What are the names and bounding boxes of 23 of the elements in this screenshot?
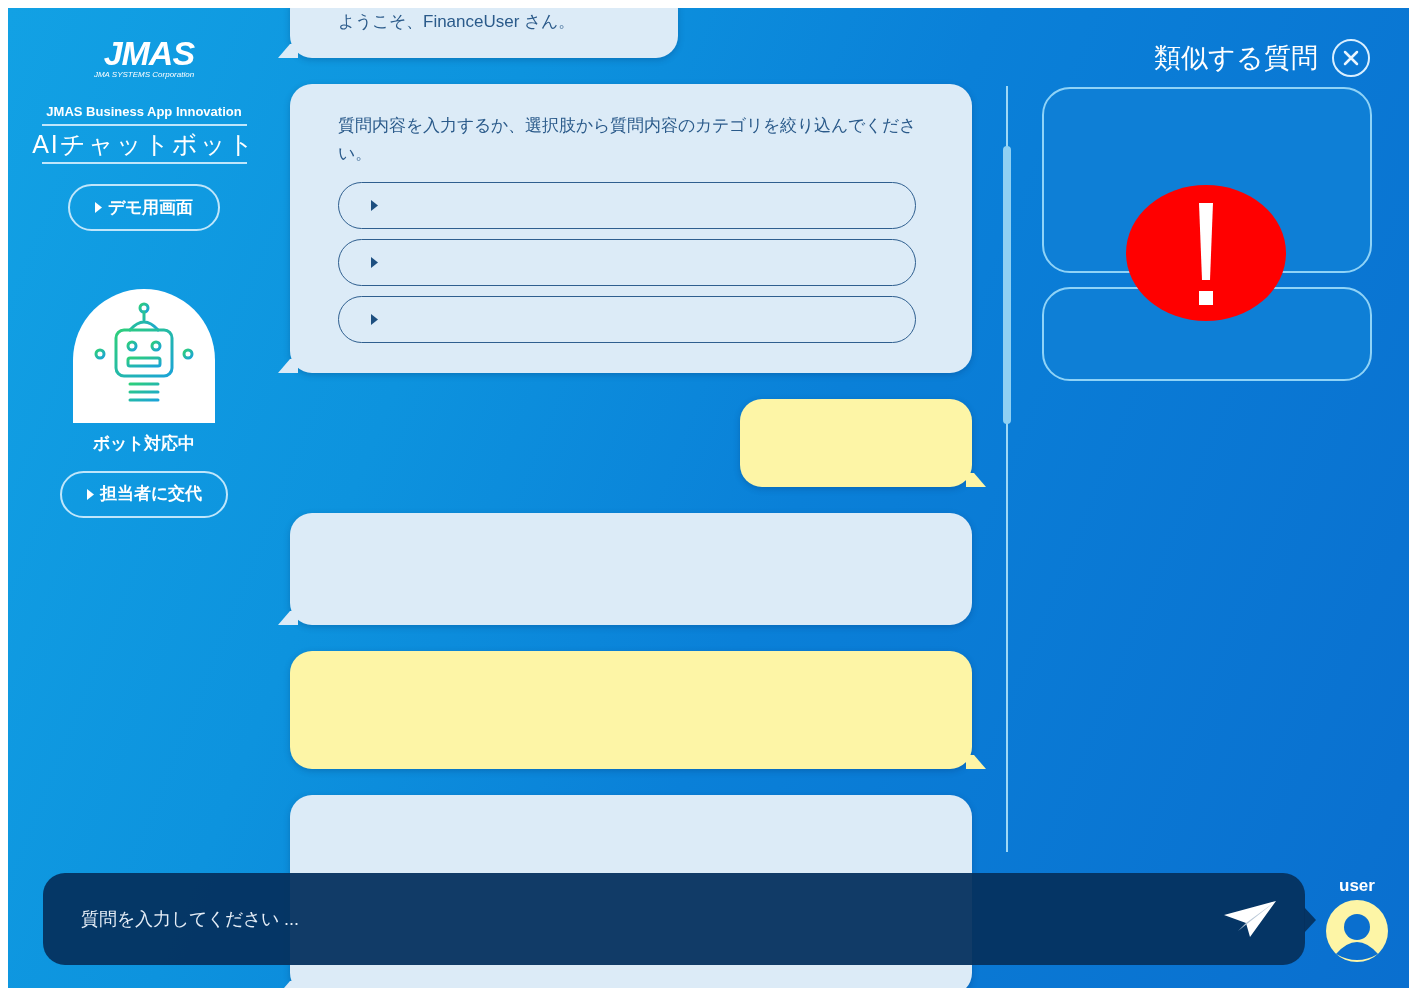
caret-icon	[95, 202, 102, 213]
caret-icon	[86, 488, 94, 500]
user-avatar-icon	[1326, 900, 1388, 962]
panel-title: 類似する質問	[1154, 42, 1318, 75]
message-input[interactable]: 質問を入力してください ...	[81, 905, 1223, 933]
message-text: ようこそ、FinanceUser さん。	[338, 11, 577, 33]
paper-plane-icon	[1224, 901, 1276, 937]
message-input-field[interactable]: 質問を入力してください ...	[43, 873, 1305, 965]
bot-status: ボット対応中	[93, 433, 195, 455]
handoff-button[interactable]: 担当者に交代	[60, 470, 228, 518]
app-title: AIチャットボット	[32, 129, 256, 160]
close-button[interactable]	[1332, 39, 1370, 78]
close-icon	[1343, 50, 1359, 67]
subtitle: JMAS Business App Innovation	[46, 104, 242, 120]
user-label: user	[1339, 876, 1375, 896]
caret-icon	[371, 314, 378, 325]
caret-icon	[371, 257, 378, 268]
demo-screen-button[interactable]: デモ用画面	[68, 184, 220, 231]
logo: JMAS JMA SYSTEMS Corporation	[93, 36, 195, 80]
caret-icon	[371, 200, 378, 211]
input-bar-tail	[1304, 907, 1316, 933]
send-button[interactable]	[1223, 899, 1277, 939]
message-text: 質問内容を入力するか、選択肢から質問内容のカテゴリを絞り込んでください。	[338, 115, 916, 165]
